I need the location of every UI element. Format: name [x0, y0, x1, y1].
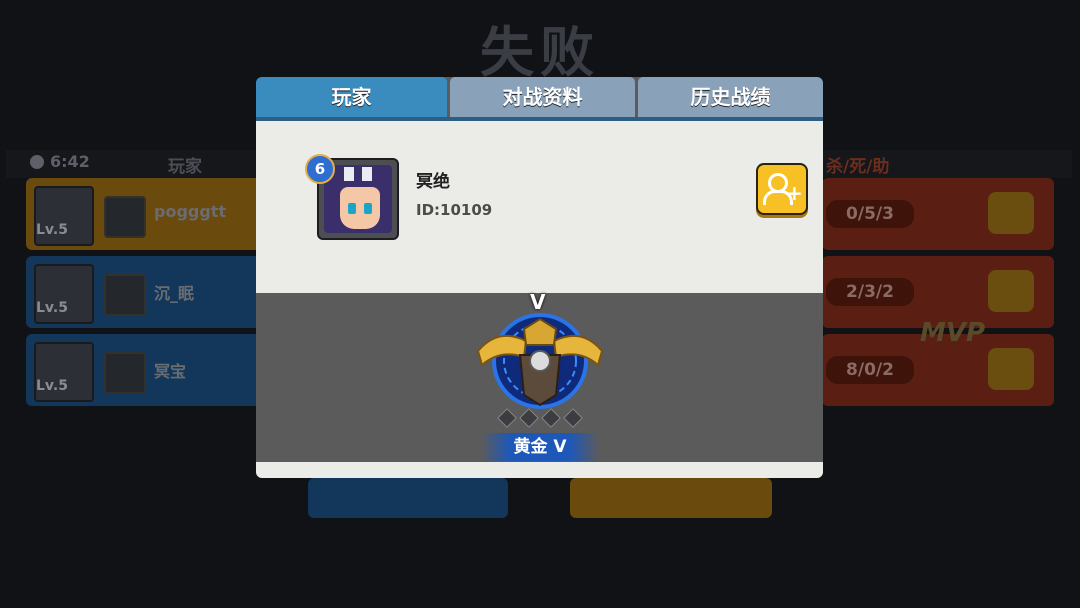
add-friend-icon [988, 348, 1034, 390]
player-name: 冥绝 [416, 172, 450, 192]
player-name: 沉_眠 [154, 284, 195, 303]
modal-footer [256, 462, 823, 478]
rank-stars [496, 408, 586, 431]
plus-icon: + [786, 181, 803, 205]
clock-icon [30, 155, 44, 169]
star-empty-icon [563, 408, 583, 428]
column-header-kda: 杀/死/助 [826, 157, 890, 177]
tab-match-data[interactable]: 对战资料 [450, 77, 635, 118]
player-info-modal: 玩家 对战资料 历史战绩 6 冥绝 ID:10109 + V 黄金 V [256, 77, 823, 478]
level-label: Lv.5 [36, 300, 68, 316]
kda-value: 2/3/2 [826, 278, 914, 306]
avatar-eye [348, 203, 356, 214]
scoreboard-kda-row: 0/5/3 [822, 178, 1054, 250]
player-id: ID:10109 [416, 201, 493, 219]
rank-label: 黄金 V [513, 437, 567, 457]
player-level-badge: 6 [305, 154, 335, 184]
add-friend-icon [988, 270, 1034, 312]
star-empty-icon [519, 408, 539, 428]
scoreboard-row: Lv.5 pogggtt [26, 178, 262, 250]
kda-value: 0/5/3 [826, 200, 914, 228]
background-button [308, 478, 508, 518]
column-header-player: 玩家 [168, 157, 202, 177]
match-timer: 6:42 [30, 152, 90, 171]
modal-tabs: 玩家 对战资料 历史战绩 [256, 77, 823, 121]
scoreboard-row: Lv.5 冥宝 [26, 334, 262, 406]
player-name: 冥宝 [154, 362, 187, 381]
avatar-horn [344, 167, 354, 181]
rank-emblem-icon [476, 313, 604, 409]
mvp-badge: MVP [920, 318, 986, 348]
scoreboard-row: Lv.5 沉_眠 [26, 256, 262, 328]
weapon-icon [104, 274, 146, 316]
tab-history-record[interactable]: 历史战绩 [638, 77, 823, 118]
avatar-eye [364, 203, 372, 214]
avatar-portrait [324, 165, 392, 233]
add-friend-button[interactable]: + [756, 163, 808, 215]
weapon-icon [104, 196, 146, 238]
timer-text: 6:42 [50, 152, 90, 171]
player-name: pogggtt [154, 202, 227, 221]
star-empty-icon [541, 408, 561, 428]
avatar-horn [362, 167, 372, 181]
background-button [570, 478, 772, 518]
kda-value: 8/0/2 [826, 356, 914, 384]
result-title: 失败 [480, 21, 600, 84]
add-friend-icon [988, 192, 1034, 234]
level-label: Lv.5 [36, 378, 68, 394]
weapon-icon [104, 352, 146, 394]
avatar-face [340, 187, 380, 229]
tab-player[interactable]: 玩家 [256, 77, 447, 118]
star-empty-icon [497, 408, 517, 428]
level-label: Lv.5 [36, 222, 68, 238]
